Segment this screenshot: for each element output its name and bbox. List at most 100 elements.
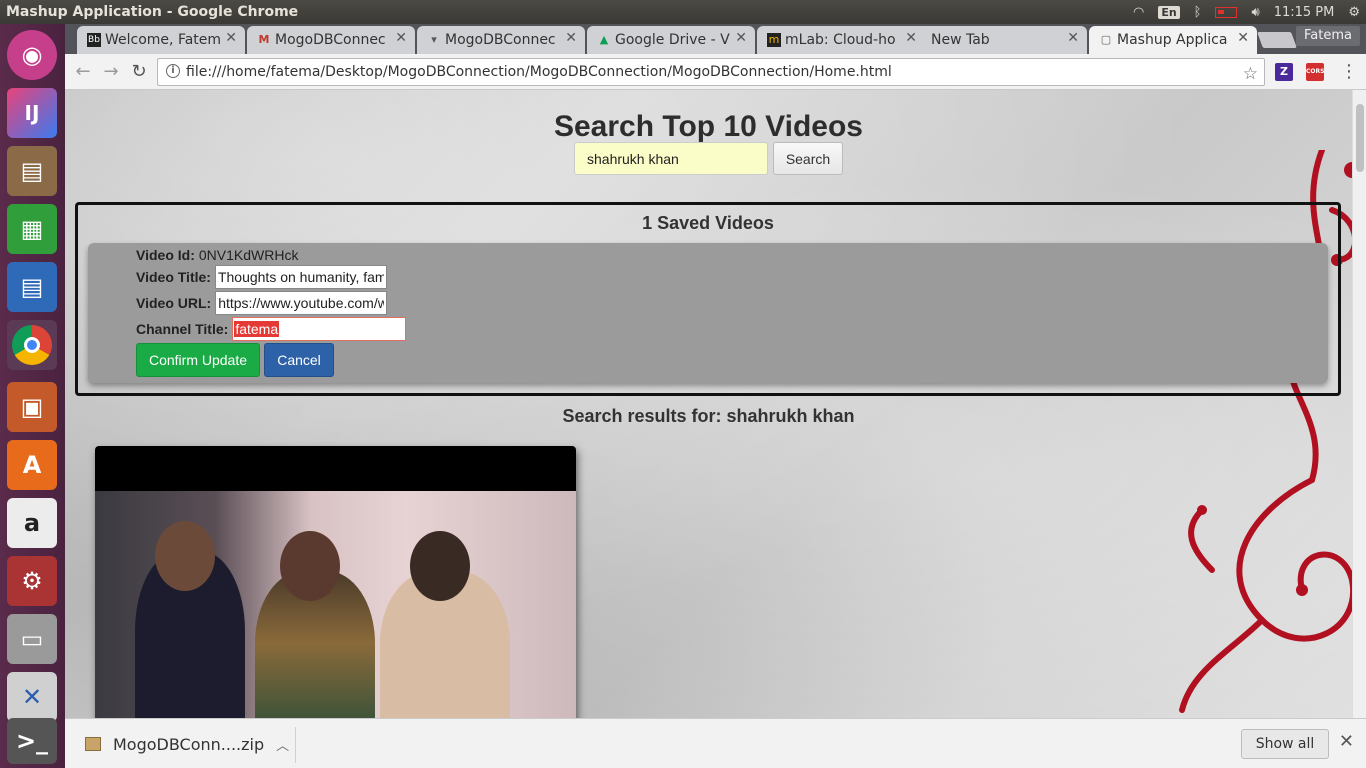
page-viewport: Search Top 10 Videos Search 1 Saved Vide… (65, 90, 1352, 718)
window-title: Mashup Application - Google Chrome (6, 4, 299, 20)
tab-label: MogoDBConnec (445, 32, 556, 48)
confirm-update-button[interactable]: Confirm Update (136, 343, 260, 377)
file-icon: ▾ (431, 33, 437, 46)
chrome-icon[interactable] (7, 320, 57, 370)
tab-label: Welcome, Fatem (105, 32, 222, 48)
channel-title-input[interactable]: fatema (232, 317, 407, 341)
clock[interactable]: 11:15 PM (1274, 5, 1335, 20)
ubuntu-dash-icon[interactable]: ◉ (7, 30, 57, 80)
files-icon[interactable]: ▤ (7, 146, 57, 196)
video-url-input[interactable] (215, 291, 388, 315)
tab-google-drive[interactable]: ▲ Google Drive - V ✕ (587, 26, 755, 54)
divider (295, 727, 296, 763)
video-title-input[interactable] (214, 265, 387, 289)
intellij-icon[interactable]: IJ (7, 88, 57, 138)
volume-icon[interactable]: 🔊︎ (1251, 5, 1259, 20)
channel-title-label: Channel Title: (136, 321, 229, 337)
info-icon[interactable]: i (166, 64, 180, 78)
video-id-row: Video Id: 0NV1KdWRHck (136, 247, 298, 263)
close-icon[interactable]: ✕ (395, 30, 407, 46)
thumbnail-person (155, 521, 215, 591)
search-input[interactable] (574, 142, 768, 175)
saved-videos-heading: 1 Saved Videos (642, 213, 774, 233)
mlab-icon: m (767, 33, 781, 47)
amazon-icon[interactable]: a (7, 498, 57, 548)
launcher: ◉ IJ ▤ ▦ ▤ ▣ A a ⚙ ▭ ✕ >_ (0, 24, 65, 768)
video-id-value: 0NV1KdWRHck (198, 247, 299, 263)
archive-icon (85, 737, 101, 751)
tab-mlab[interactable]: m mLab: Cloud-ho ✕ (757, 26, 925, 54)
scrollbar-thumb[interactable] (1356, 104, 1364, 172)
thumbnail-person (410, 531, 470, 601)
cancel-button[interactable]: Cancel (264, 343, 334, 377)
bluetooth-icon[interactable]: ᛒ (1194, 5, 1202, 20)
saved-videos-panel: 1 Saved Videos Video Id: 0NV1KdWRHck Vid… (75, 202, 1341, 396)
page-icon: ▢ (1100, 33, 1112, 46)
gear-icon[interactable]: ⚙ (1348, 5, 1360, 20)
reload-icon[interactable]: ↻ (127, 60, 151, 84)
video-url-label: Video URL: (136, 295, 212, 311)
tab-label: mLab: Cloud-ho (785, 32, 896, 48)
thumbnail-person (280, 531, 340, 601)
forward-arrow-icon[interactable]: → (99, 60, 123, 84)
video-url-row: Video URL: (136, 291, 388, 315)
back-arrow-icon[interactable]: ← (71, 60, 95, 84)
video-result-card[interactable] (95, 446, 576, 718)
keyboard-layout-indicator[interactable]: En (1158, 5, 1180, 19)
close-icon[interactable]: ✕ (1067, 30, 1079, 46)
blackboard-icon: Bb (87, 33, 101, 47)
download-file-name: MogoDBConn....zip (113, 734, 265, 754)
close-icon[interactable]: ✕ (735, 30, 747, 46)
video-thumbnail[interactable] (95, 491, 576, 718)
wifi-icon[interactable]: ◠ (1133, 5, 1144, 20)
profile-button[interactable]: Fatema (1296, 26, 1360, 46)
software-center-icon[interactable]: A (7, 440, 57, 490)
tab-mashup-application[interactable]: ▢ Mashup Applica ✕ (1089, 26, 1257, 54)
chrome-window: Bb Welcome, Fatem ✕ M MogoDBConnec ✕ ▾ M… (65, 24, 1366, 768)
drive-icon: ▲ (599, 33, 609, 46)
terminal-icon[interactable]: >_ (7, 718, 57, 764)
page-scrollbar[interactable] (1352, 90, 1366, 718)
disk-icon[interactable]: ▭ (7, 614, 57, 664)
cors-extension-icon[interactable]: CORS (1306, 63, 1324, 81)
settings-icon[interactable]: ⚙ (7, 556, 57, 606)
channel-title-row: Channel Title: fatema (136, 317, 407, 341)
tab-mogodb[interactable]: ▾ MogoDBConnec ✕ (417, 26, 585, 54)
video-id-label: Video Id: (136, 247, 195, 263)
tab-label: New Tab (931, 32, 990, 48)
gmail-icon: M (258, 33, 270, 46)
writer-icon[interactable]: ▤ (7, 262, 57, 312)
remote-desktop-icon[interactable]: ✕ (7, 672, 57, 722)
tab-label: Google Drive - V (615, 32, 730, 48)
battery-icon[interactable] (1215, 6, 1238, 18)
saved-video-card: Video Id: 0NV1KdWRHck Video Title: Video… (88, 243, 1328, 383)
address-bar[interactable]: i file:///home/fatema/Desktop/MogoDBConn… (157, 58, 1265, 86)
tab-welcome[interactable]: Bb Welcome, Fatem ✕ (77, 26, 245, 54)
impress-icon[interactable]: ▣ (7, 382, 57, 432)
download-bar: MogoDBConn....zip ︿ Show all ✕ (65, 718, 1366, 768)
show-all-button[interactable]: Show all (1241, 729, 1329, 759)
close-icon[interactable]: ✕ (565, 30, 577, 46)
zotero-extension-icon[interactable]: Z (1275, 63, 1293, 81)
channel-title-selected-text: fatema (234, 321, 280, 337)
new-tab-button[interactable] (1257, 32, 1297, 48)
url-text: file:///home/fatema/Desktop/MogoDBConnec… (186, 64, 892, 80)
video-title-row: Video Title: (136, 265, 387, 289)
calc-icon[interactable]: ▦ (7, 204, 57, 254)
tab-strip: Bb Welcome, Fatem ✕ M MogoDBConnec ✕ ▾ M… (65, 24, 1366, 54)
search-button[interactable]: Search (773, 142, 843, 175)
chevron-up-icon[interactable]: ︿ (276, 735, 289, 754)
browser-toolbar: ← → ↻ i file:///home/fatema/Desktop/Mogo… (65, 54, 1366, 90)
tab-label: Mashup Applica (1117, 32, 1228, 48)
tab-gmail[interactable]: M MogoDBConnec ✕ (247, 26, 415, 54)
close-icon[interactable]: ✕ (225, 30, 237, 46)
bookmark-star-icon[interactable]: ☆ (1243, 61, 1258, 87)
close-icon[interactable]: ✕ (1237, 30, 1249, 46)
close-icon[interactable]: ✕ (1339, 731, 1354, 752)
menu-icon[interactable]: ⋮ (1337, 60, 1361, 84)
tab-new-tab[interactable]: New Tab ✕ (915, 26, 1087, 54)
video-title-label: Video Title: (136, 269, 211, 285)
os-top-panel: Mashup Application - Google Chrome ◠ En … (0, 0, 1366, 24)
system-tray: ◠ En ᛒ 🔊︎ 11:15 PM ⚙ (1133, 0, 1360, 24)
download-item[interactable]: MogoDBConn....zip ︿ (85, 731, 289, 757)
